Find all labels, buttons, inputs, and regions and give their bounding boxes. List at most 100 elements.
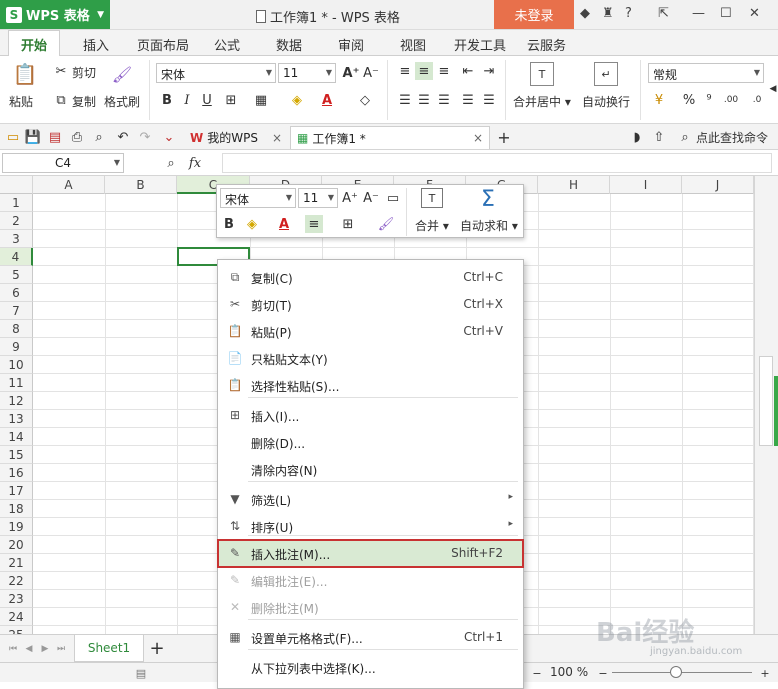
indent-increase-icon[interactable]: ⇥	[480, 62, 498, 80]
row-header[interactable]: 3	[0, 230, 33, 248]
decrease-font-icon[interactable]: A⁻	[362, 64, 380, 82]
merge-center-button[interactable]: 合并居中 ▾	[513, 93, 571, 110]
wrap-text-button[interactable]: 自动换行	[582, 93, 630, 110]
underline-button[interactable]: U	[198, 91, 216, 109]
menu-item[interactable]: 删除(D)...	[218, 429, 523, 456]
minimize-icon[interactable]: —	[692, 6, 708, 22]
column-header-j[interactable]: J	[682, 176, 754, 194]
format-painter-button[interactable]: 格式刷	[104, 93, 140, 110]
copy-button[interactable]: 复制	[72, 93, 96, 110]
font-size-select[interactable]: 11 ▼	[278, 63, 336, 83]
mini-font-color-icon[interactable]: A	[275, 215, 293, 233]
format-box-icon[interactable]: ▭	[384, 189, 402, 207]
scissors-icon[interactable]: ✂	[52, 62, 70, 80]
close-icon[interactable]: ✕	[749, 6, 765, 22]
customize-icon[interactable]: ⌄	[160, 128, 178, 146]
row-header[interactable]: 5	[0, 266, 33, 284]
row-header[interactable]: 18	[0, 500, 33, 518]
shirt-icon[interactable]: ♜	[602, 6, 618, 22]
column-header-i[interactable]: I	[610, 176, 682, 194]
tab-developer[interactable]: 开发工具	[454, 35, 506, 54]
tab-page-layout[interactable]: 页面布局	[137, 35, 189, 54]
command-search[interactable]: 点此查找命令	[696, 129, 768, 146]
page-icon[interactable]: ▤	[132, 664, 150, 682]
zoom-in-icon[interactable]: +	[756, 664, 774, 682]
tab-cloud[interactable]: 云服务	[527, 35, 566, 54]
print-icon[interactable]: ⎙	[68, 128, 86, 146]
add-sheet-icon[interactable]: +	[148, 638, 166, 659]
increase-font-icon[interactable]: A⁺	[341, 189, 359, 207]
function-icon[interactable]: fx	[186, 154, 204, 172]
align-right-icon[interactable]: ☰	[435, 91, 453, 109]
row-header[interactable]: 8	[0, 320, 33, 338]
tab-home[interactable]: 开始	[8, 30, 61, 57]
column-header-h[interactable]: H	[538, 176, 610, 194]
select-all-corner[interactable]	[0, 176, 33, 194]
font-family-select[interactable]: 宋体 ▼	[156, 63, 276, 83]
row-header[interactable]: 9	[0, 338, 33, 356]
paste-icon[interactable]: 📋	[13, 62, 38, 86]
mini-size-select[interactable]: 11 ▼	[298, 188, 338, 208]
fill-color-icon[interactable]: ◈	[288, 91, 306, 109]
font-color-icon[interactable]: A	[318, 91, 336, 109]
mini-borders-icon[interactable]: ⊞	[339, 215, 357, 233]
row-header[interactable]: 19	[0, 518, 33, 536]
help-icon[interactable]: ?	[625, 6, 641, 22]
increase-decimal-icon[interactable]: .00	[722, 91, 740, 109]
menu-item[interactable]: 从下拉列表中选择(K)...	[218, 654, 523, 681]
mini-merge-icon[interactable]: T	[421, 188, 443, 208]
tab-view[interactable]: 视图	[400, 35, 426, 54]
percent-button[interactable]: %	[680, 91, 698, 109]
tab-data[interactable]: 数据	[276, 35, 302, 54]
mini-align-center-icon[interactable]: ≡	[305, 215, 323, 233]
undo-icon[interactable]: ↶	[114, 128, 132, 146]
zoom-slider-thumb[interactable]	[670, 666, 682, 678]
clear-format-icon[interactable]: ◇	[356, 91, 374, 109]
zoom-formula-icon[interactable]: ⌕	[162, 154, 180, 172]
sheet-tab-sheet1[interactable]: Sheet1	[74, 635, 144, 662]
row-header[interactable]: 24	[0, 608, 33, 626]
menu-item[interactable]: ✂ 剪切(T) Ctrl+X	[218, 291, 523, 318]
login-button[interactable]: 未登录	[494, 0, 574, 29]
autosum-icon[interactable]: Σ	[476, 187, 500, 212]
close-icon[interactable]: ×	[473, 131, 483, 145]
mini-fill-color-icon[interactable]: ◈	[243, 215, 261, 233]
cut-button[interactable]: 剪切	[72, 64, 96, 81]
tab-formulas[interactable]: 公式	[214, 35, 240, 54]
row-header[interactable]: 7	[0, 302, 33, 320]
align-bottom-icon[interactable]: ≡	[435, 62, 453, 80]
row-header[interactable]: 11	[0, 374, 33, 392]
menu-item[interactable]: ⇅ 排序(U) ▸	[218, 513, 523, 540]
tab-workbook[interactable]: ▦ 工作簿1 * ×	[290, 126, 490, 149]
row-header[interactable]: 6	[0, 284, 33, 302]
merge-center-icon[interactable]: T	[530, 62, 554, 86]
skin-icon[interactable]: ◆	[580, 6, 596, 22]
mini-bold-button[interactable]: B	[220, 215, 238, 233]
menu-item[interactable]: 📄 只粘贴文本(Y)	[218, 345, 523, 372]
number-format-select[interactable]: 常规 ▼	[648, 63, 764, 83]
view-icon[interactable]: ◗	[628, 128, 646, 146]
comma-style-button[interactable]: ⁹	[700, 91, 718, 109]
menu-item[interactable]: 清除内容(N)	[218, 456, 523, 483]
align-left-icon[interactable]: ☰	[396, 91, 414, 109]
align-middle-icon[interactable]: ≡	[415, 62, 433, 80]
ribbon-scroll-icon[interactable]: ◀	[764, 80, 778, 98]
formula-input[interactable]	[222, 153, 772, 173]
save-icon[interactable]: 💾	[24, 128, 42, 146]
row-header[interactable]: 10	[0, 356, 33, 374]
align-center-icon[interactable]: ☰	[415, 91, 433, 109]
menu-item[interactable]: ⊞ 插入(I)...	[218, 402, 523, 429]
search-icon[interactable]: ⌕	[676, 128, 694, 146]
side-panel-handle[interactable]	[774, 376, 778, 446]
row-header[interactable]: 2	[0, 212, 33, 230]
mini-merge-button[interactable]: 合并 ▾	[415, 217, 449, 234]
wrap-text-icon[interactable]: ↵	[594, 62, 618, 86]
row-header[interactable]: 16	[0, 464, 33, 482]
scroll-thumb[interactable]	[759, 356, 773, 446]
row-header[interactable]: 13	[0, 410, 33, 428]
menu-item[interactable]: ▦ 设置单元格格式(F)... Ctrl+1	[218, 624, 523, 651]
menu-item[interactable]: ▼ 筛选(L) ▸	[218, 486, 523, 513]
indent-decrease-icon[interactable]: ⇤	[459, 62, 477, 80]
row-header[interactable]: 12	[0, 392, 33, 410]
redo-icon[interactable]: ↷	[136, 128, 154, 146]
